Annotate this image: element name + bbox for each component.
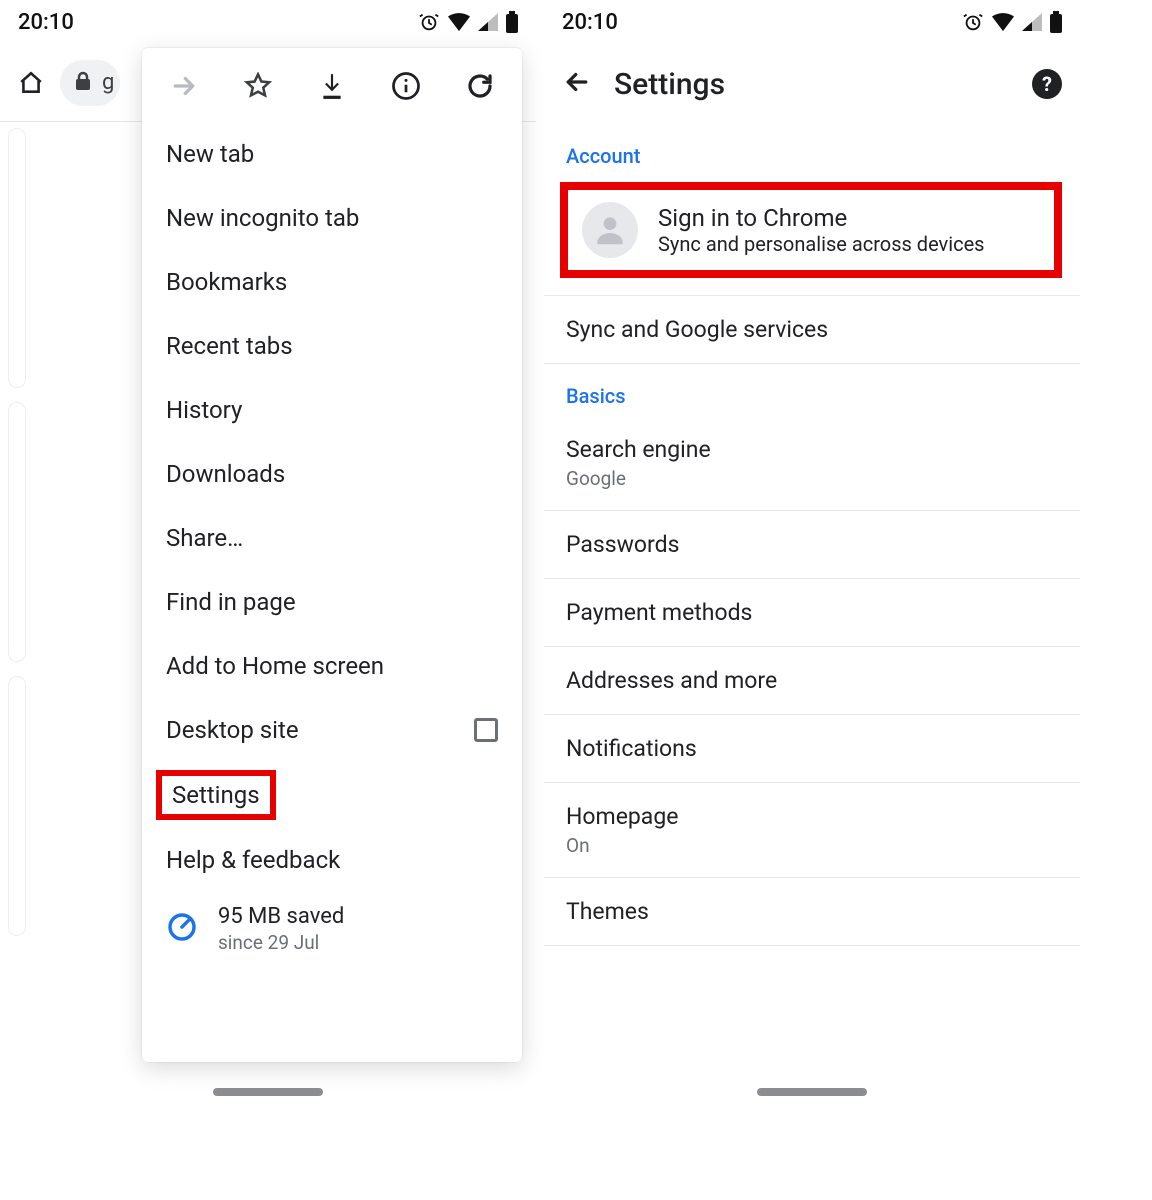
sign-in-title: Sign in to Chrome xyxy=(658,204,985,232)
menu-item-incognito[interactable]: New incognito tab xyxy=(142,186,522,250)
row-passwords[interactable]: Passwords xyxy=(544,511,1080,579)
desktop-site-checkbox[interactable] xyxy=(474,718,498,742)
signal-icon xyxy=(1022,13,1042,31)
avatar-placeholder-icon xyxy=(582,202,638,258)
menu-item-recent-tabs[interactable]: Recent tabs xyxy=(142,314,522,378)
status-time: 20:10 xyxy=(18,10,74,35)
phone-left: 20:10 g xyxy=(0,0,536,1068)
sign-in-sub: Sync and personalise across devices xyxy=(658,232,985,256)
menu-item-bookmarks[interactable]: Bookmarks xyxy=(142,250,522,314)
data-saver-icon xyxy=(166,911,198,947)
help-icon[interactable]: ? xyxy=(1032,69,1062,99)
menu-item-find-in-page[interactable]: Find in page xyxy=(142,570,522,634)
menu-item-settings[interactable]: Settings xyxy=(156,770,276,820)
alarm-icon xyxy=(962,11,984,33)
bookmark-star-icon[interactable] xyxy=(240,68,276,104)
menu-item-history[interactable]: History xyxy=(142,378,522,442)
status-bar: 20:10 xyxy=(0,0,536,44)
settings-appbar: Settings ? xyxy=(544,44,1080,124)
menu-item-downloads[interactable]: Downloads xyxy=(142,442,522,506)
battery-icon xyxy=(506,11,518,33)
row-homepage[interactable]: Homepage On xyxy=(544,783,1080,878)
settings-title: Settings xyxy=(614,67,1010,102)
menu-item-new-tab[interactable]: New tab xyxy=(142,122,522,186)
info-icon[interactable] xyxy=(388,68,424,104)
row-sync-services[interactable]: Sync and Google services xyxy=(544,296,1080,364)
row-addresses[interactable]: Addresses and more xyxy=(544,647,1080,715)
lock-icon xyxy=(74,71,92,95)
battery-icon xyxy=(1050,11,1062,33)
menu-item-help-feedback[interactable]: Help & feedback xyxy=(142,828,522,892)
row-themes[interactable]: Themes xyxy=(544,878,1080,946)
url-text: g xyxy=(102,70,114,95)
phone-right: 20:10 Settings ? Account xyxy=(544,0,1080,1068)
status-bar: 20:10 xyxy=(544,0,1080,44)
status-time: 20:10 xyxy=(562,10,618,35)
forward-icon[interactable] xyxy=(166,68,202,104)
data-saved-amount: 95 MB saved xyxy=(218,904,344,929)
wifi-icon xyxy=(992,12,1014,32)
download-icon[interactable] xyxy=(314,68,350,104)
data-saved-row[interactable]: 95 MB saved since 29 Jul xyxy=(142,892,522,954)
url-bar[interactable]: g xyxy=(60,60,120,106)
data-saved-since: since 29 Jul xyxy=(218,931,344,954)
menu-item-add-to-home[interactable]: Add to Home screen xyxy=(142,634,522,698)
reload-icon[interactable] xyxy=(462,68,498,104)
background-cards xyxy=(8,128,26,950)
menu-item-share[interactable]: Share… xyxy=(142,506,522,570)
overflow-menu: New tab New incognito tab Bookmarks Rece… xyxy=(142,48,522,1062)
home-icon[interactable] xyxy=(14,70,48,96)
nav-gesture-bar xyxy=(213,1088,323,1096)
alarm-icon xyxy=(418,11,440,33)
wifi-icon xyxy=(448,12,470,32)
signal-icon xyxy=(478,13,498,31)
nav-gesture-bar xyxy=(757,1088,867,1096)
menu-item-desktop-site[interactable]: Desktop site xyxy=(142,698,522,762)
row-notifications[interactable]: Notifications xyxy=(544,715,1080,783)
sign-in-row[interactable]: Sign in to Chrome Sync and personalise a… xyxy=(560,182,1062,278)
back-icon[interactable] xyxy=(562,67,592,101)
section-account-label: Account xyxy=(544,124,1080,176)
row-search-engine[interactable]: Search engine Google xyxy=(544,416,1080,511)
section-basics-label: Basics xyxy=(544,364,1080,416)
row-payment-methods[interactable]: Payment methods xyxy=(544,579,1080,647)
